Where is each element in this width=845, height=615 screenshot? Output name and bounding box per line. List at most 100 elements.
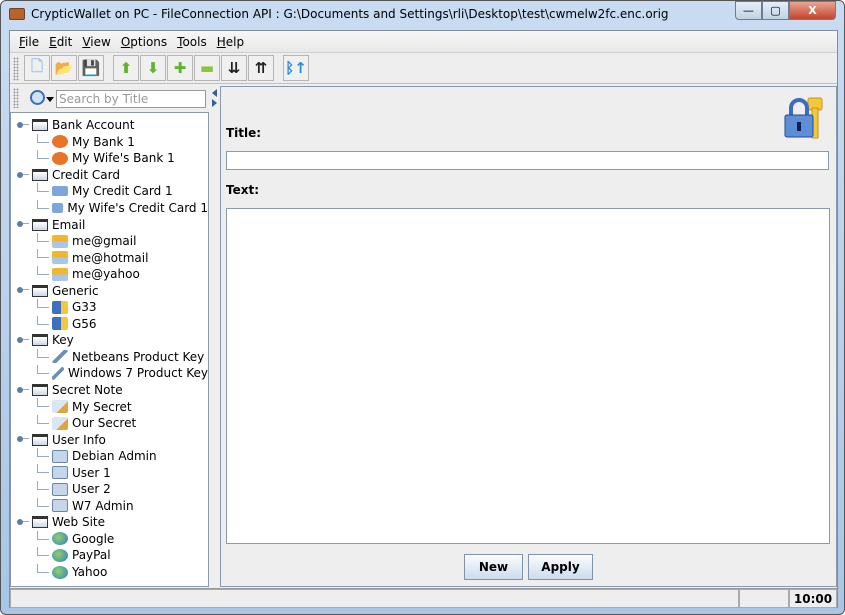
tree-item[interactable]: me@hotmail [11,249,208,266]
folder-icon [32,384,48,397]
tree-item[interactable]: G56 [11,315,208,333]
splitter[interactable] [211,86,219,587]
tree-line [37,365,49,375]
text-label: Text: [226,183,260,197]
tree-line [37,183,49,193]
expand-handle-icon[interactable] [17,171,29,178]
menu-help[interactable]: Help [212,35,249,49]
tree-item[interactable]: User 1 [11,464,208,481]
tree-item[interactable]: me@gmail [11,232,208,250]
tree-item[interactable]: My Bank 1 [11,133,208,151]
tree-item[interactable]: PayPal [11,547,208,564]
tree-category[interactable]: Secret Note [11,382,208,399]
tree-item[interactable]: My Credit Card 1 [11,183,208,200]
tree-line [37,232,49,242]
maximize-button[interactable]: ▢ [762,1,789,20]
text-area[interactable] [226,208,830,544]
menu-tools[interactable]: Tools [172,35,212,49]
tree-item[interactable]: My Wife's Credit Card 1 [11,199,208,217]
expand-handle-icon[interactable] [17,386,29,393]
tree-item[interactable]: Yahoo [11,563,208,581]
open-folder-button[interactable]: 📂 [51,55,77,81]
web-icon [52,565,68,579]
tree-item[interactable]: Debian Admin [11,447,208,465]
tree-category[interactable]: Email [11,216,208,233]
add-button[interactable]: ✚ [167,55,193,81]
expand-handle-icon[interactable] [17,287,29,294]
chevron-down-icon[interactable] [46,97,54,102]
new-button[interactable]: New [464,554,523,580]
sort-ascending-button[interactable]: ⇈ [248,55,274,81]
folder-icon [32,433,48,446]
close-button[interactable]: X [789,1,836,20]
apply-button[interactable]: Apply [528,554,593,580]
menu-view[interactable]: View [77,35,115,49]
title-input[interactable] [226,151,829,170]
bank-icon [52,135,68,149]
tree-item[interactable]: Netbeans Product Key [11,348,208,366]
search-input[interactable] [56,90,206,108]
item-label: User 1 [72,465,111,480]
move-down-button[interactable]: ⬇ [140,55,166,81]
tree-item[interactable]: My Secret [11,398,208,415]
tree-line [37,547,49,557]
key-icon [52,366,65,380]
tree-line [37,563,49,573]
note-icon [52,400,68,414]
search-icon[interactable] [30,90,45,105]
tree-line [37,348,49,358]
new-file-button[interactable]: 🗋 [24,55,50,81]
menu-edit[interactable]: Edit [44,35,77,49]
item-label: me@gmail [72,234,137,249]
tree-item[interactable]: G33 [11,299,208,316]
tree-category[interactable]: Key [11,332,208,349]
item-label: Netbeans Product Key [72,349,205,364]
status-time: 10:00 [789,589,837,608]
item-label: My Credit Card 1 [72,184,173,199]
menu-options[interactable]: Options [116,35,172,49]
expand-right-icon[interactable] [212,99,217,107]
tree-category[interactable]: User Info [11,431,208,448]
item-label: Windows 7 Product Key [68,366,208,381]
user-icon [52,449,68,463]
search-grip[interactable] [13,88,19,108]
expand-handle-icon[interactable] [17,519,29,526]
tree-item[interactable]: Windows 7 Product Key [11,365,208,382]
item-label: PayPal [72,548,111,563]
tree-line [37,199,49,209]
toolbar-grip[interactable] [13,57,19,81]
folder-icon [32,516,48,529]
tree-item[interactable]: Google [11,530,208,548]
tree-item[interactable]: W7 Admin [11,497,208,515]
tree-line [37,447,49,457]
tree-item[interactable]: User 2 [11,481,208,498]
tree-category[interactable]: Bank Account [11,117,208,134]
expand-handle-icon[interactable] [17,122,29,128]
new-file-icon: 🗋 [30,56,44,75]
expand-handle-icon[interactable] [17,436,29,443]
tree-category[interactable]: Generic [11,282,208,299]
mail-icon [52,251,68,265]
tree-item[interactable]: me@yahoo [11,265,208,283]
minimize-button[interactable]: — [735,1,762,20]
expand-handle-icon[interactable] [17,337,29,344]
tree-item[interactable]: Our Secret [11,414,208,432]
move-down-icon: ⬇ [146,59,160,77]
tree-category[interactable]: Web Site [11,514,208,531]
remove-button[interactable]: ▬ [194,55,220,81]
folder-icon [32,168,48,181]
bluetooth-send-button[interactable]: ᛒ↑ [283,55,309,81]
save-button[interactable]: 💾 [78,55,104,81]
tree-category[interactable]: Credit Card [11,167,208,184]
expand-handle-icon[interactable] [17,221,29,228]
save-icon: 💾 [81,59,101,77]
tree-line [37,481,49,491]
sort-descending-button[interactable]: ⇊ [221,55,247,81]
menu-file[interactable]: File [14,35,44,49]
tree-item[interactable]: My Wife's Bank 1 [11,150,208,167]
category-label: Generic [52,283,99,298]
collapse-left-icon[interactable] [212,89,217,97]
menu-label: elp [225,34,245,49]
move-up-button[interactable]: ⬆ [113,55,139,81]
web-icon [52,532,68,546]
